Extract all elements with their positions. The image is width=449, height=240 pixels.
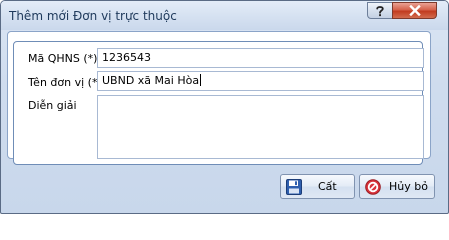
- help-button[interactable]: [367, 2, 393, 19]
- close-x-icon: [408, 5, 421, 16]
- dien-giai-textarea[interactable]: [97, 95, 424, 159]
- close-button[interactable]: [392, 2, 437, 19]
- window-title: Thêm mới Đơn vị trực thuộc: [9, 9, 177, 23]
- ma-qhns-label: Mã QHNS (*): [28, 52, 98, 65]
- cancel-button-label: Hủy bỏ: [389, 180, 428, 193]
- ten-don-vi-label: Tên đơn vị (*): [28, 76, 102, 89]
- no-entry-icon: [365, 179, 381, 195]
- ten-don-vi-input[interactable]: UBND xã Mai Hòa: [97, 71, 424, 91]
- title-bar[interactable]: Thêm mới Đơn vị trực thuộc: [1, 1, 448, 30]
- ten-don-vi-value: UBND xã Mai Hòa: [102, 74, 200, 87]
- dien-giai-label: Diễn giải: [28, 99, 77, 112]
- save-button-label: Cất: [318, 180, 337, 193]
- save-button[interactable]: Cất: [280, 174, 355, 199]
- ma-qhns-value: 1236543: [102, 51, 151, 64]
- cancel-button[interactable]: Hủy bỏ: [359, 174, 435, 199]
- floppy-disk-icon: [286, 179, 302, 195]
- ma-qhns-input[interactable]: 1236543: [97, 48, 424, 68]
- text-caret: [200, 74, 202, 86]
- question-mark-icon: [376, 5, 384, 16]
